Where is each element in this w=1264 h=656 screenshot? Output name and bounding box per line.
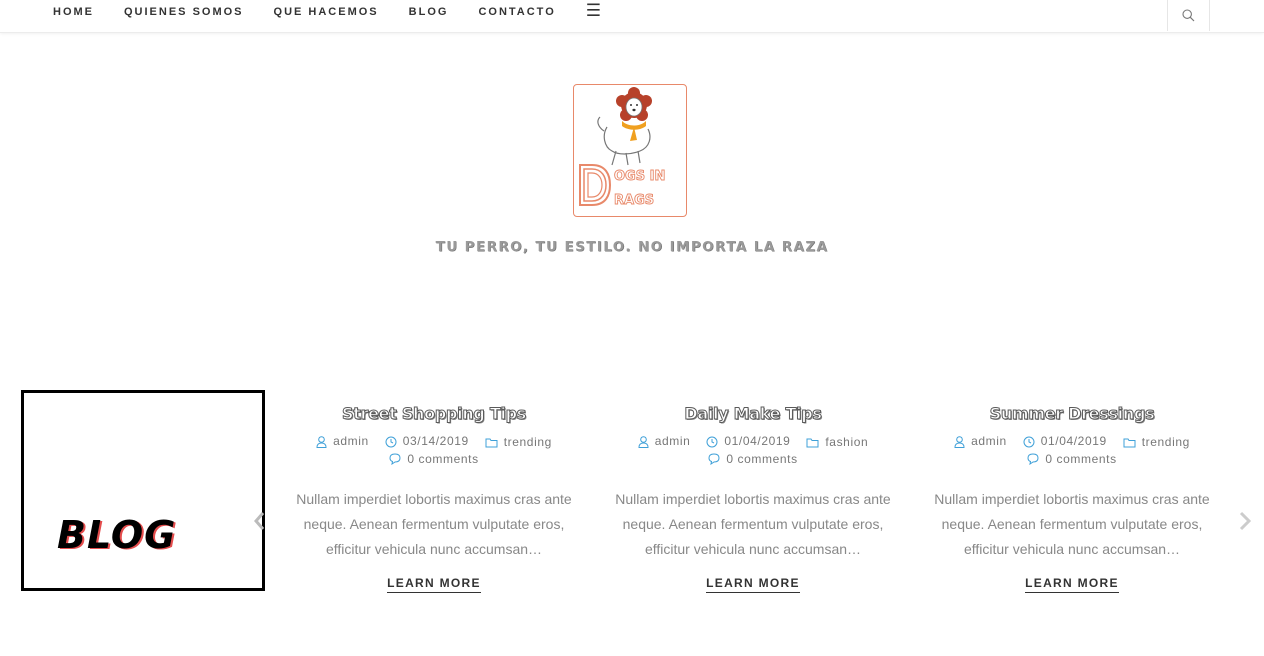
post-category: trending	[485, 435, 552, 450]
author-link[interactable]: admin	[971, 434, 1007, 449]
comments-link[interactable]: 0 comments	[1045, 452, 1116, 467]
post-comments: 0 comments	[708, 452, 797, 467]
folder-icon	[485, 438, 498, 447]
clock-icon	[385, 436, 397, 447]
comments-link[interactable]: 0 comments	[726, 452, 797, 467]
post-meta: admin 03/14/2019 trending 0 comments	[284, 434, 584, 469]
category-link[interactable]: fashion	[825, 435, 868, 450]
main-menu: HOME QUIENES SOMOS QUE HACEMOS BLOG CONT…	[38, 0, 616, 24]
post-meta: admin 01/04/2019 trending 0 comments	[922, 434, 1222, 469]
clock-icon	[1023, 436, 1035, 447]
post-meta: admin 01/04/2019 fashion 0 comments	[603, 434, 903, 469]
comments-link[interactable]: 0 comments	[407, 452, 478, 467]
logo-line1: OGS IN	[614, 169, 665, 184]
comment-icon	[389, 453, 401, 465]
category-link[interactable]: trending	[504, 435, 552, 450]
author-link[interactable]: admin	[655, 434, 691, 449]
blog-post-card: Street Shopping Tips admin 03/14/2019 tr…	[284, 403, 584, 593]
post-excerpt: Nullam imperdiet lobortis maximus cras a…	[296, 491, 572, 557]
nav-item-que-hacemos[interactable]: QUE HACEMOS	[259, 6, 394, 18]
post-date: 01/04/2019	[1023, 434, 1107, 449]
site-logo[interactable]: OGS IN RAGS	[573, 84, 687, 217]
user-icon	[638, 435, 649, 448]
learn-more-link[interactable]: LEARN MORE	[1025, 576, 1119, 593]
carousel-prev-arrow-icon[interactable]	[253, 511, 265, 531]
post-category: fashion	[806, 435, 868, 450]
logo-line2: RAGS	[614, 193, 654, 208]
author-link[interactable]: admin	[333, 434, 369, 449]
folder-icon	[1123, 438, 1136, 447]
folder-icon	[806, 438, 819, 447]
carousel-next-arrow-icon[interactable]	[1238, 511, 1252, 531]
hamburger-icon[interactable]: ☰	[571, 2, 616, 23]
blog-label: BLOG	[57, 513, 177, 557]
post-title[interactable]: Daily Make Tips	[603, 403, 903, 425]
blog-post-card: Summer Dressings admin 01/04/2019 trendi…	[922, 403, 1222, 593]
nav-item-contacto[interactable]: CONTACTO	[463, 6, 570, 18]
comment-icon	[1027, 453, 1039, 465]
learn-more-link[interactable]: LEARN MORE	[387, 576, 481, 593]
search-toggle[interactable]	[1167, 0, 1210, 31]
learn-more-link[interactable]: LEARN MORE	[706, 576, 800, 593]
nav-item-quienes-somos[interactable]: QUIENES SOMOS	[109, 6, 259, 18]
post-author: admin	[954, 434, 1007, 449]
user-icon	[954, 435, 965, 448]
nav-item-home[interactable]: HOME	[38, 6, 109, 18]
post-excerpt: Nullam imperdiet lobortis maximus cras a…	[615, 491, 891, 557]
date-text: 03/14/2019	[402, 434, 469, 448]
post-date: 03/14/2019	[385, 434, 469, 449]
blog-section-box: BLOG	[21, 390, 265, 591]
category-link[interactable]: trending	[1142, 435, 1190, 450]
post-excerpt: Nullam imperdiet lobortis maximus cras a…	[934, 491, 1210, 557]
date-text: 01/04/2019	[724, 434, 791, 448]
nav-item-blog[interactable]: BLOG	[394, 6, 464, 18]
date-text: 01/04/2019	[1040, 434, 1107, 448]
post-author: admin	[638, 434, 691, 449]
clock-icon	[706, 436, 718, 447]
search-icon	[1182, 9, 1195, 22]
post-comments: 0 comments	[389, 452, 478, 467]
user-icon	[316, 435, 327, 448]
post-date: 01/04/2019	[706, 434, 790, 449]
site-tagline: TU PERRO, TU ESTILO. NO IMPORTA LA RAZA	[435, 239, 829, 255]
comment-icon	[708, 453, 720, 465]
post-title[interactable]: Street Shopping Tips	[284, 403, 584, 425]
post-author: admin	[316, 434, 369, 449]
dog-logo-image: OGS IN RAGS	[579, 87, 666, 208]
post-title[interactable]: Summer Dressings	[922, 403, 1222, 425]
post-comments: 0 comments	[1027, 452, 1116, 467]
blog-post-card: Daily Make Tips admin 01/04/2019 fashion…	[603, 403, 903, 593]
top-navigation: HOME QUIENES SOMOS QUE HACEMOS BLOG CONT…	[0, 0, 1264, 33]
post-category: trending	[1123, 435, 1190, 450]
